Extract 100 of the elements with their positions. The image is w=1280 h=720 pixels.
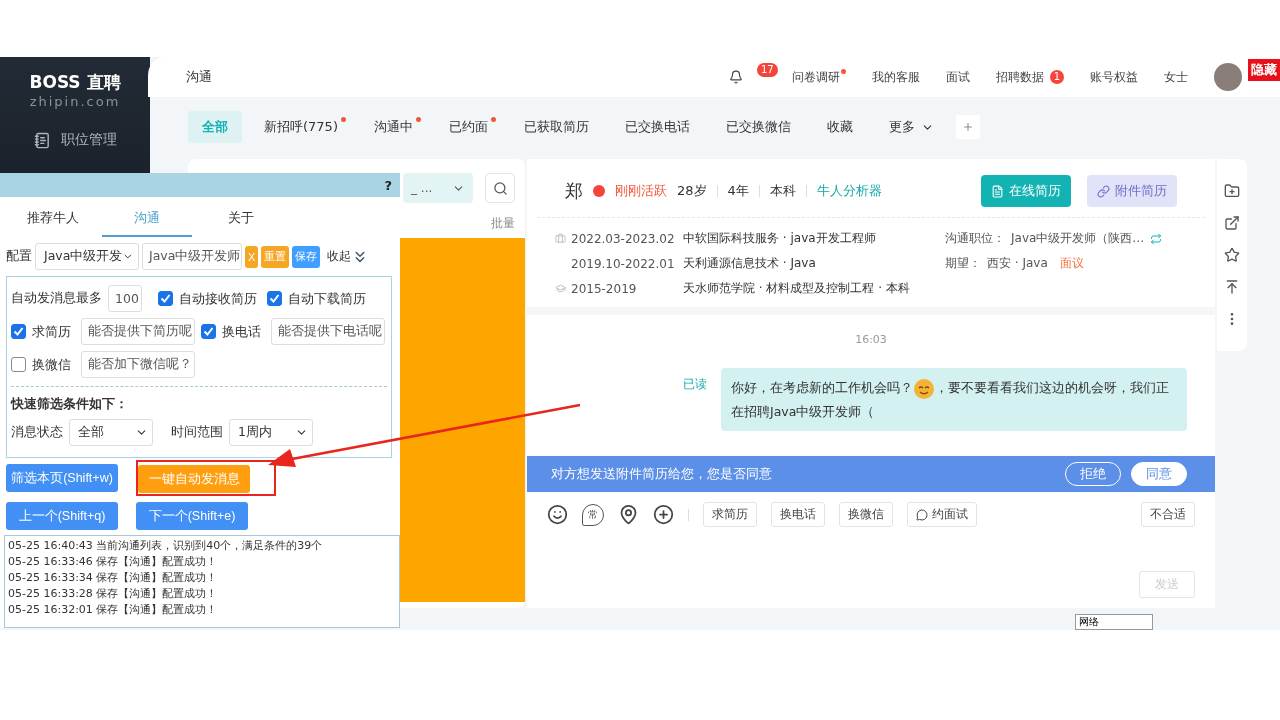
filter-tab[interactable]: 新招呼(775) bbox=[250, 111, 352, 143]
period-text: 2019.10-2022.01 bbox=[571, 256, 675, 271]
config-label: 配置 bbox=[6, 248, 32, 265]
graduation-cap-icon bbox=[555, 283, 566, 294]
log-line: 05-25 16:33:34 保存【沟通】配置成功！ bbox=[8, 570, 219, 586]
quick-action-button[interactable]: 换电话 bbox=[771, 502, 825, 527]
message-time: 16:03 bbox=[855, 333, 887, 346]
briefcase-icon bbox=[555, 233, 566, 244]
max-label: 自动发消息最多 bbox=[11, 290, 102, 307]
filter-select[interactable]: 全部 bbox=[69, 419, 153, 446]
filter-tab[interactable]: 沟通中 bbox=[359, 111, 427, 143]
quick-action-button[interactable]: 求简历 bbox=[703, 502, 757, 527]
message-field[interactable]: 能否提供下电话呢 bbox=[271, 318, 385, 345]
brand-domain: zhipin.com bbox=[29, 94, 121, 109]
header-link[interactable]: 问卷调研 bbox=[791, 68, 846, 86]
folder-plus-icon[interactable] bbox=[1224, 183, 1240, 199]
checkbox-label: 自动下载简历 bbox=[288, 289, 366, 308]
message-field[interactable]: 能否提供下简历呢 bbox=[81, 318, 195, 345]
history-detail: 天水师范学院 · 材料成型及控制工程 · 本科 bbox=[683, 280, 911, 297]
search-button[interactable] bbox=[485, 173, 515, 203]
candidate-fact: 4年 bbox=[727, 182, 749, 200]
chat-bubble-icon bbox=[916, 508, 928, 521]
checkbox[interactable] bbox=[11, 357, 26, 372]
log-line: 05-25 16:33:46 保存【沟通】配置成功！ bbox=[8, 554, 219, 570]
document-icon bbox=[991, 184, 1004, 198]
checkbox-label: 自动接收简历 bbox=[179, 289, 257, 308]
header-link[interactable]: 面试 bbox=[945, 68, 970, 86]
help-link[interactable]: ? bbox=[384, 177, 392, 193]
activity-status: 刚刚活跃 bbox=[615, 182, 667, 200]
network-label: 网络 bbox=[1075, 614, 1153, 630]
smile-icon[interactable] bbox=[547, 504, 568, 525]
top-icon[interactable] bbox=[1224, 279, 1240, 295]
header-link[interactable]: 招聘数据 1 bbox=[995, 68, 1064, 86]
header-link[interactable]: 我的客服 bbox=[871, 68, 920, 86]
filter-heading: 快速筛选条件如下： bbox=[11, 395, 129, 413]
position-value: Java中级开发师（陕西… bbox=[1011, 230, 1145, 247]
period-text: 2022.03-2023.02 bbox=[571, 231, 675, 246]
candidate-fact: 本科 bbox=[769, 182, 796, 200]
filter-label: 时间范围 bbox=[171, 424, 223, 441]
sidebar-item[interactable]: 职位管理 bbox=[33, 131, 117, 149]
count-badge: 1 bbox=[1049, 70, 1064, 84]
history-detail: 天利通源信息技术 · Java bbox=[683, 255, 817, 272]
position-label: 沟通职位： bbox=[945, 230, 1005, 247]
checkbox-label: 求简历 bbox=[32, 322, 71, 341]
expectation-label: 期望： bbox=[945, 255, 981, 272]
plus-icon bbox=[961, 120, 974, 134]
share-icon[interactable] bbox=[1224, 215, 1240, 231]
link-icon bbox=[1097, 184, 1110, 198]
page-title: 沟通 bbox=[186, 68, 213, 86]
message-field[interactable]: 能否加下微信呢？ bbox=[81, 351, 195, 378]
collapse-button[interactable]: 收起 bbox=[327, 247, 370, 266]
candidate-fact: 28岁 bbox=[677, 182, 707, 200]
checkbox[interactable] bbox=[201, 324, 216, 339]
panel-tab[interactable]: 关于 bbox=[196, 201, 286, 237]
log-line: 05-25 16:33:28 保存【沟通】配置成功！ bbox=[8, 586, 219, 602]
quick-action-button[interactable]: 约面试 bbox=[907, 502, 977, 527]
reject-button[interactable]: 不合适 bbox=[1141, 502, 1195, 527]
add-icon[interactable] bbox=[653, 504, 674, 525]
hide-button[interactable]: 隐藏 bbox=[1248, 59, 1280, 81]
panel-tab[interactable]: 推荐牛人 bbox=[8, 201, 98, 237]
notification-button[interactable] bbox=[728, 70, 743, 84]
brand-logo: BOSS 直聘 bbox=[29, 71, 121, 94]
checkbox-label: 换微信 bbox=[32, 355, 71, 374]
star-icon[interactable] bbox=[1224, 247, 1240, 263]
message-bubble: 你好，在考虑新的工作机会吗？ ，要不要看看我们这边的机会呀，我们正在招聘Java中级开发师（ bbox=[721, 368, 1187, 431]
filter-select[interactable]: 1周内 bbox=[229, 419, 313, 446]
max-count-field[interactable]: 100 bbox=[108, 285, 142, 312]
expectation-value: 西安 · Java bbox=[987, 255, 1048, 272]
checkbox-label: 换电话 bbox=[222, 322, 261, 341]
location-icon[interactable] bbox=[618, 504, 639, 525]
salary-text: 面议 bbox=[1059, 255, 1084, 272]
filter-tab[interactable]: 收藏 bbox=[812, 111, 867, 143]
filter-tab[interactable]: 更多 bbox=[874, 111, 948, 143]
notification-count: 17 bbox=[756, 63, 778, 77]
switch-icon[interactable] bbox=[1150, 232, 1163, 245]
checkbox[interactable] bbox=[267, 291, 282, 306]
profile-select[interactable]: Java中级开发 bbox=[35, 243, 139, 270]
filter-tab[interactable]: 已交换电话 bbox=[610, 111, 704, 143]
quick-action-button[interactable]: 换微信 bbox=[839, 502, 893, 527]
search-icon bbox=[492, 180, 508, 196]
read-status: 已读 bbox=[683, 376, 707, 393]
checkbox[interactable] bbox=[11, 324, 26, 339]
header-link[interactable]: 账号权益 bbox=[1090, 68, 1138, 86]
filter-tab[interactable]: 已约面 bbox=[434, 111, 502, 143]
notebook-icon bbox=[33, 131, 51, 149]
filter-tab[interactable]: 已交换微信 bbox=[711, 111, 805, 143]
checkbox[interactable] bbox=[158, 291, 173, 306]
filter-tab[interactable]: 已获取简历 bbox=[509, 111, 603, 143]
job-filter-dropdown[interactable]: _ ... bbox=[403, 173, 473, 203]
avatar[interactable] bbox=[1214, 63, 1242, 91]
log-line: 05-25 16:40:43 当前沟通列表，识别到40个，满足条件的39个 bbox=[8, 538, 324, 554]
profile-name-field[interactable]: Java中级开发师 bbox=[142, 243, 242, 270]
request-text: 对方想发送附件简历给您，您是否同意 bbox=[551, 465, 773, 483]
period-text: 2015-2019 bbox=[571, 281, 637, 296]
filter-label: 消息状态 bbox=[11, 424, 63, 441]
header-link[interactable]: 女士 bbox=[1164, 68, 1188, 86]
batch-link[interactable]: 批量 bbox=[491, 215, 515, 232]
smiley-emoji-icon bbox=[913, 377, 935, 400]
log-line: 05-25 16:32:01 保存【沟通】配置成功！ bbox=[8, 602, 219, 618]
activity-icon bbox=[593, 185, 605, 197]
